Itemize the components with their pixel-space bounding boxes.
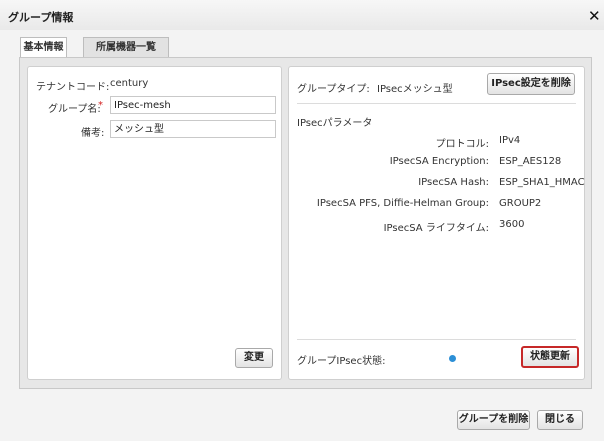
tab-device-list[interactable]: 所属機器一覧 bbox=[83, 37, 169, 57]
group-type-label: グループタイプ: bbox=[297, 84, 370, 95]
param-label-protocol: プロトコル: bbox=[435, 139, 489, 150]
note-label: 備考: bbox=[81, 128, 105, 139]
change-button[interactable]: 変更 bbox=[235, 348, 273, 368]
close-button[interactable]: 閉じる bbox=[537, 410, 583, 430]
param-label-lifetime: IPsecSA ライフタイム: bbox=[383, 223, 489, 234]
basic-info-panel: テナントコード: century グループ名: * IPsec-mesh 備考:… bbox=[27, 66, 282, 380]
ipsec-params-title: IPsecパラメータ bbox=[297, 118, 373, 129]
required-mark: * bbox=[98, 100, 103, 111]
tab-basic-info[interactable]: 基本情報 bbox=[20, 37, 67, 58]
tab-content: テナントコード: century グループ名: * IPsec-mesh 備考:… bbox=[19, 57, 592, 389]
dialog-footer: グループを削除 閉じる bbox=[0, 398, 604, 441]
param-value-encryption: ESP_AES128 bbox=[499, 156, 562, 167]
param-value-protocol: IPv4 bbox=[499, 135, 521, 146]
group-info-dialog: グループ情報 ✕ 基本情報 所属機器一覧 テナントコード: century グル… bbox=[0, 0, 604, 441]
group-ipsec-status-label: グループIPsec状態: bbox=[297, 356, 386, 367]
delete-group-button[interactable]: グループを削除 bbox=[457, 410, 530, 430]
param-value-pfs: GROUP2 bbox=[499, 198, 542, 209]
group-type-value: IPsecメッシュ型 bbox=[377, 84, 453, 95]
status-indicator-icon bbox=[449, 355, 456, 362]
divider-top bbox=[297, 103, 576, 104]
tenant-code-value: century bbox=[110, 78, 149, 89]
param-label-hash: IPsecSA Hash: bbox=[418, 177, 489, 188]
param-value-lifetime: 3600 bbox=[499, 219, 525, 230]
group-name-input[interactable]: IPsec-mesh bbox=[110, 96, 276, 114]
dialog-titlebar: グループ情報 ✕ bbox=[0, 0, 604, 30]
ipsec-panel: グループタイプ: IPsecメッシュ型 IPsec設定を削除 IPsecパラメー… bbox=[288, 66, 585, 380]
tenant-code-label: テナントコード: bbox=[36, 82, 110, 93]
group-name-label: グループ名: bbox=[48, 104, 101, 115]
param-label-pfs: IPsecSA PFS, Diffie-Helman Group: bbox=[316, 198, 489, 209]
note-input[interactable]: メッシュ型 bbox=[110, 120, 276, 138]
dialog-title: グループ情報 bbox=[8, 11, 74, 24]
delete-ipsec-settings-button[interactable]: IPsec設定を削除 bbox=[487, 73, 575, 95]
param-label-encryption: IPsecSA Encryption: bbox=[389, 156, 489, 167]
close-icon[interactable]: ✕ bbox=[588, 7, 601, 25]
divider-bottom bbox=[297, 339, 576, 340]
param-value-hash: ESP_SHA1_HMAC bbox=[499, 177, 585, 188]
refresh-status-button[interactable]: 状態更新 bbox=[521, 346, 579, 368]
